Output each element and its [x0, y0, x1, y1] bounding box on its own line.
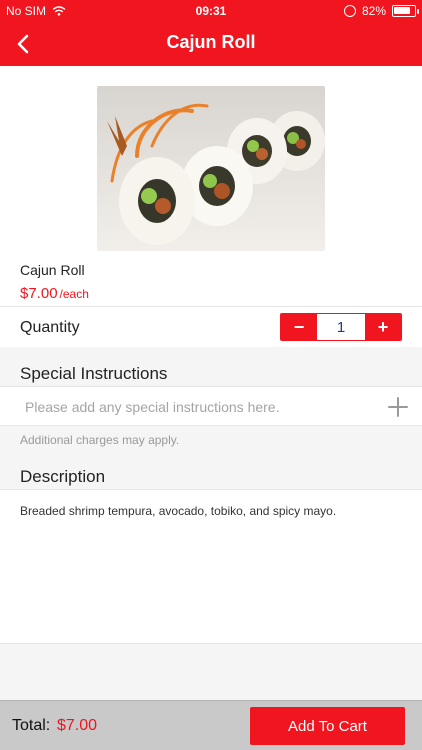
- quantity-label: Quantity: [20, 319, 80, 336]
- instructions-title: Special Instructions: [20, 364, 168, 383]
- quantity-stepper: − 1 +: [280, 313, 402, 341]
- product-image: [97, 86, 325, 251]
- description-text: Breaded shrimp tempura, avocado, tobiko,…: [20, 504, 337, 518]
- decrement-button[interactable]: −: [281, 314, 317, 340]
- instructions-placeholder: Please add any special instructions here…: [25, 399, 280, 415]
- quantity-row: Quantity − 1 +: [0, 307, 422, 347]
- battery-percentage: 82%: [361, 4, 386, 18]
- app-header: No SIM 09:31 82% Cajun Roll: [0, 0, 422, 66]
- product-name: Cajun Roll: [20, 262, 85, 278]
- navigation-bar: Cajun Roll: [0, 22, 422, 66]
- bottom-spacer: [0, 644, 422, 700]
- plus-icon[interactable]: [386, 395, 410, 419]
- instructions-field[interactable]: Please add any special instructions here…: [0, 386, 422, 426]
- increment-button[interactable]: +: [365, 314, 401, 340]
- charges-note: Additional charges may apply.: [20, 433, 180, 447]
- total-value: $7.00: [57, 717, 98, 734]
- description-box: Breaded shrimp tempura, avocado, tobiko,…: [0, 489, 422, 644]
- cart-footer: Total: $7.00 Add To Cart: [0, 700, 422, 750]
- total-label: Total:: [12, 717, 51, 734]
- quantity-value[interactable]: 1: [317, 314, 365, 340]
- add-to-cart-button[interactable]: Add To Cart: [250, 707, 405, 745]
- status-bar: No SIM 09:31 82%: [0, 0, 422, 22]
- battery-icon: [392, 5, 419, 17]
- orientation-lock-icon: [343, 5, 356, 17]
- page-title: Cajun Roll: [166, 32, 256, 52]
- price-unit: /each: [59, 287, 89, 301]
- product-price: $7.00/each: [20, 285, 89, 302]
- price-value: $7.00: [20, 285, 58, 302]
- description-title: Description: [20, 467, 106, 486]
